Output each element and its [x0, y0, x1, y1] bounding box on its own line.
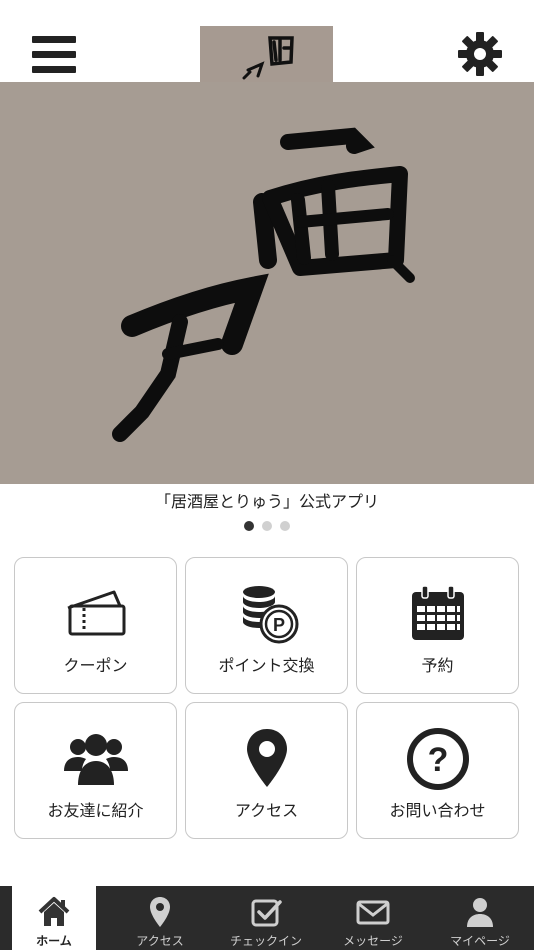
menu-bar [32, 66, 76, 73]
home-icon [38, 897, 70, 926]
reservation-label: 予約 [421, 656, 454, 675]
calligraphy-logo-icon [200, 26, 333, 82]
svg-text:P: P [272, 615, 284, 635]
tab-home-label: ホーム [36, 934, 72, 948]
bottom-tab-bar: ホーム アクセス チェックイン メッセージ マイページ [0, 886, 534, 950]
carousel-indicator [0, 521, 534, 531]
map-pin-icon [246, 729, 287, 787]
tab-access[interactable]: アクセス [107, 886, 213, 950]
hero-banner[interactable] [0, 82, 534, 484]
map-pin-icon [150, 897, 170, 927]
contact-button[interactable]: ? お問い合わせ [356, 702, 519, 839]
contact-label: お問い合わせ [389, 801, 486, 820]
access-button[interactable]: アクセス [185, 702, 348, 839]
tab-home[interactable]: ホーム [12, 886, 96, 950]
point-exchange-label: ポイント交換 [218, 656, 315, 675]
gear-icon [458, 32, 502, 76]
point-exchange-icon: P [242, 586, 298, 644]
refer-friend-button[interactable]: お友達に紹介 [14, 702, 177, 839]
hamburger-menu-button[interactable] [32, 36, 76, 74]
coupon-icon [67, 590, 125, 636]
tab-access-label: アクセス [136, 934, 184, 948]
hero-caption: 「居酒屋とりゅう」公式アプリ [154, 492, 379, 511]
tab-checkin-label: チェックイン [229, 934, 302, 948]
reservation-button[interactable]: 予約 [356, 557, 519, 694]
app-header [0, 0, 534, 82]
tab-message[interactable]: メッセージ [320, 886, 426, 950]
tab-message-label: メッセージ [343, 934, 403, 948]
settings-button[interactable] [456, 30, 504, 78]
carousel-dot-1[interactable] [244, 521, 254, 531]
checkin-icon [251, 899, 282, 927]
refer-friend-label: お友達に紹介 [47, 801, 144, 820]
friends-icon [63, 734, 128, 785]
menu-bar [32, 51, 76, 58]
svg-text:?: ? [427, 741, 448, 779]
tab-mypage[interactable]: マイページ [427, 886, 533, 950]
brand-logo[interactable] [200, 26, 333, 82]
user-icon [467, 898, 493, 927]
carousel-dot-2[interactable] [262, 521, 272, 531]
tab-mypage-label: マイページ [450, 934, 510, 948]
coupon-button[interactable]: クーポン [14, 557, 177, 694]
calligraphy-banner-image [0, 82, 534, 484]
carousel-dot-3[interactable] [280, 521, 290, 531]
menu-bar [32, 36, 76, 43]
access-label: アクセス [234, 801, 299, 820]
calendar-icon [411, 585, 464, 640]
question-icon: ? [406, 728, 469, 790]
coupon-label: クーポン [63, 656, 128, 675]
point-exchange-button[interactable]: P ポイント交換 [185, 557, 348, 694]
tab-checkin[interactable]: チェックイン [213, 886, 319, 950]
message-icon [356, 900, 390, 925]
